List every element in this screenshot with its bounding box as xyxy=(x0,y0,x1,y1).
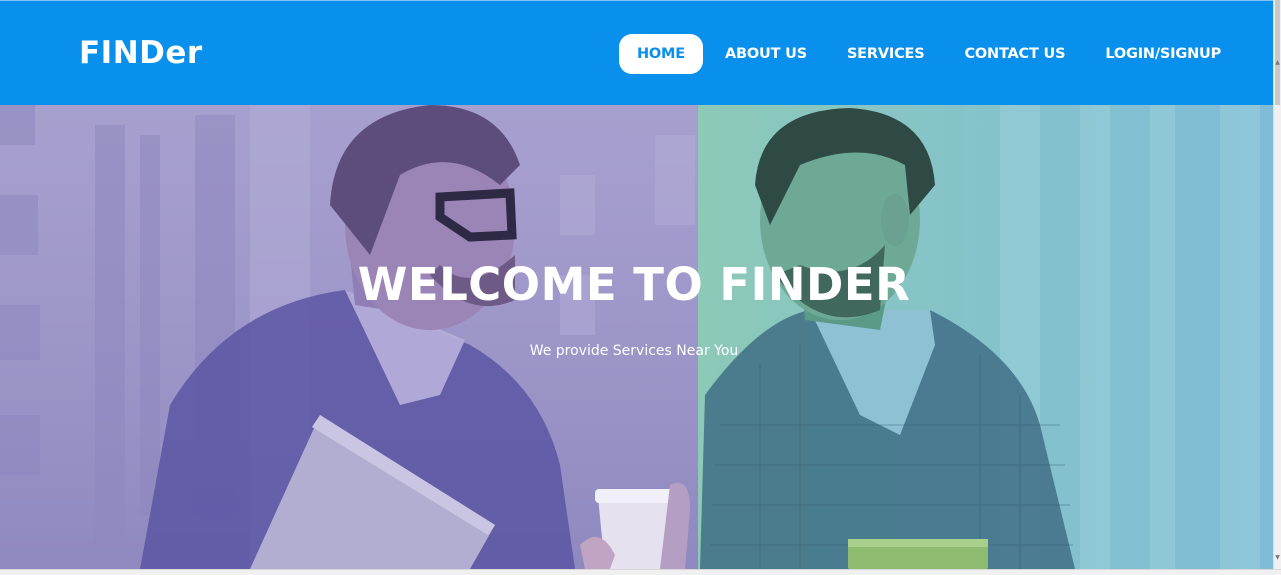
nav-home[interactable]: HOME xyxy=(619,34,703,74)
page: FINDer HOME ABOUT US SERVICES CONTACT US… xyxy=(0,0,1281,575)
horizontal-scrollbar[interactable] xyxy=(0,569,1281,575)
scrollbar-thumb[interactable] xyxy=(1275,0,1280,105)
nav-contact-us[interactable]: CONTACT US xyxy=(946,34,1083,74)
hero-banner: WELCOME TO FINDER We provide Services Ne… xyxy=(0,105,1274,569)
hero-background-image xyxy=(0,105,1260,569)
scroll-up-arrow-icon[interactable]: ▲ xyxy=(1275,60,1280,66)
nav-login-signup[interactable]: LOGIN/SIGNUP xyxy=(1087,34,1239,74)
main-nav: HOME ABOUT US SERVICES CONTACT US LOGIN/… xyxy=(619,34,1243,74)
nav-services[interactable]: SERVICES xyxy=(829,34,943,74)
hero-subtitle: We provide Services Near You xyxy=(529,343,739,359)
scroll-down-arrow-icon[interactable]: ▼ xyxy=(1275,555,1280,561)
site-logo[interactable]: FINDer xyxy=(79,34,203,72)
hero-title: WELCOME TO FINDER xyxy=(357,258,911,311)
vertical-scrollbar[interactable]: ▲ ▼ xyxy=(1273,0,1281,569)
nav-about-us[interactable]: ABOUT US xyxy=(707,34,825,74)
site-header: FINDer HOME ABOUT US SERVICES CONTACT US… xyxy=(0,0,1274,105)
